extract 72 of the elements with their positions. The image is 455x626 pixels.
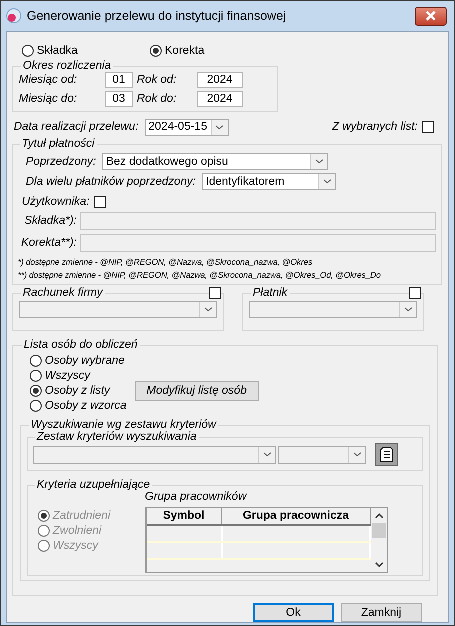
chevron-down-icon	[314, 159, 324, 164]
input-field[interactable]: 01	[105, 72, 133, 88]
document-icon	[380, 446, 394, 462]
option-label[interactable]: Osoby z listy	[45, 384, 110, 396]
input-field[interactable]	[80, 212, 436, 230]
checkbox[interactable]	[94, 196, 106, 208]
radio-button[interactable]	[30, 354, 42, 366]
dropdown-field[interactable]	[249, 301, 417, 318]
chevron-down-icon	[404, 307, 412, 312]
group-title: Płatnik	[252, 287, 289, 299]
checkbox[interactable]	[209, 287, 221, 299]
group-title: Okres rozliczenia	[22, 60, 112, 72]
option-label[interactable]: Składka	[37, 45, 78, 57]
input-field[interactable]: 2024	[197, 91, 243, 107]
group-title: Lista osób do obliczeń	[23, 339, 139, 351]
radio-button[interactable]	[30, 400, 42, 412]
group-title: Wyszukiwanie wg zestawu kryteriów	[30, 419, 218, 431]
option-label[interactable]: Wszyscy	[45, 370, 90, 382]
option-label[interactable]: Korekta	[165, 45, 205, 57]
hint-text: *) dostępne zmienne - @NIP, @REGON, @Nazwa, @Skrocona_nazwa, @Okres	[18, 257, 314, 267]
option-label: Wszyscy	[53, 540, 98, 552]
dropdown-field[interactable]	[19, 301, 217, 318]
chevron-up-icon	[374, 513, 384, 519]
option-label[interactable]: Osoby wybrane	[45, 354, 125, 366]
chevron-down-icon	[215, 124, 224, 130]
radio-button[interactable]	[150, 45, 162, 57]
input-field[interactable]	[80, 234, 436, 252]
chevron-down-icon	[204, 307, 212, 312]
group-title: Tytuł płatności	[21, 138, 96, 150]
input-field[interactable]: 03	[105, 91, 133, 107]
chevron-down-icon	[374, 562, 384, 568]
field-label: Rok do:	[137, 93, 178, 105]
dropdown-field[interactable]	[33, 446, 276, 464]
dropdown-field[interactable]: Identyfikatorem	[202, 173, 336, 190]
option-label[interactable]: Osoby z wzorca	[45, 400, 127, 412]
radio-button[interactable]	[30, 370, 42, 382]
dropdown-field[interactable]: Bez dodatkowego opisu	[102, 153, 328, 170]
chevron-down-icon	[322, 179, 332, 184]
window-title: Generowanie przelewu do instytucji finansowej	[27, 9, 288, 23]
radio-button[interactable]	[22, 45, 34, 57]
field-label: Użytkownika:	[21, 196, 90, 208]
checkbox[interactable]	[422, 121, 434, 133]
radio-button[interactable]	[30, 384, 42, 396]
date-picker[interactable]: 2024-05-15	[144, 118, 229, 136]
group-title: Rachunek firmy	[22, 287, 104, 299]
field-label: Dla wielu płatników poprzedzony:	[25, 176, 196, 188]
field-label: Poprzedzony:	[25, 156, 96, 168]
field-label: Z wybranych list:	[332, 121, 418, 133]
checkbox[interactable]	[409, 287, 421, 299]
modify-button[interactable]: Modyfikuj listę osób	[134, 381, 259, 401]
app-icon	[6, 8, 22, 24]
field-label: Składka*):	[24, 215, 77, 227]
field-label: Rok od:	[137, 74, 178, 86]
table-title: Grupa pracowników	[145, 491, 248, 505]
chevron-down-icon	[352, 452, 362, 457]
field-label: Korekta**):	[20, 237, 77, 249]
option-label: Zwolnieni	[53, 524, 102, 536]
option-label: Zatrudnieni	[53, 510, 111, 522]
chevron-down-icon	[262, 452, 272, 457]
close-icon	[425, 11, 437, 21]
field-label: Miesiąc od:	[19, 74, 78, 86]
hint-text: **) dostępne zmienne - @NIP, @REGON, @Nazwa, @Skrocona_nazwa, @Okres_Od, @Okres_Do	[18, 270, 382, 280]
field-label: Data realizacji przelewu:	[14, 121, 139, 133]
field-label: Miesiąc do:	[19, 93, 78, 105]
group-title: Zestaw kryteriów wyszukiwania	[36, 431, 198, 443]
dropdown-field[interactable]	[278, 446, 366, 464]
input-field[interactable]: 2024	[197, 72, 243, 88]
dialog-button[interactable]: Ok	[253, 603, 334, 622]
group-title: Kryteria uzupełniające	[36, 479, 152, 491]
close-button[interactable]	[415, 6, 447, 26]
dialog-button[interactable]: Zamknij	[341, 603, 422, 622]
document-button[interactable]	[375, 443, 398, 466]
